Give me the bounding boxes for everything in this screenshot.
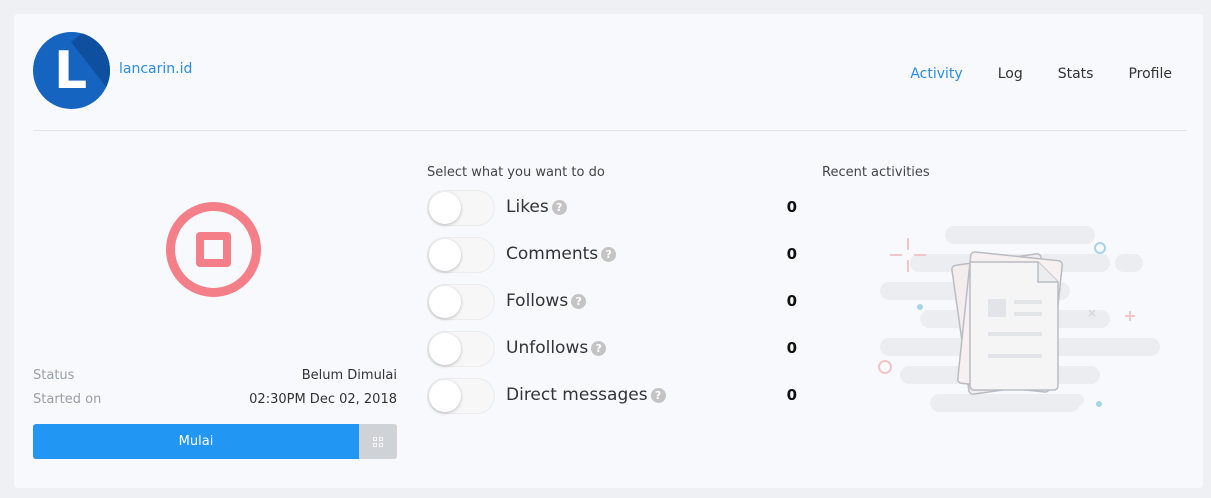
nav-profile[interactable]: Profile (1128, 66, 1172, 82)
follows-count: 0 (786, 292, 797, 310)
top-nav: Activity Log Stats Profile (875, 66, 1172, 82)
stop-circle-icon (166, 202, 261, 297)
action-row-unfollows: Unfollows? 0 (427, 331, 797, 367)
action-row-follows: Follows? 0 (427, 284, 797, 320)
nav-log[interactable]: Log (998, 66, 1023, 82)
likes-count: 0 (786, 198, 797, 216)
help-icon[interactable]: ? (591, 340, 607, 356)
help-icon[interactable]: ? (601, 246, 617, 262)
direct-messages-label: Direct messages (506, 385, 648, 405)
header-divider (33, 130, 1187, 131)
help-icon[interactable]: ? (650, 387, 666, 403)
header: L lancarin.id Activity Log Stats Profile (14, 14, 1203, 132)
likes-toggle[interactable] (427, 190, 495, 226)
started-value: 02:30PM Dec 02, 2018 (249, 392, 397, 407)
help-icon[interactable]: ? (551, 199, 567, 215)
unfollows-count: 0 (786, 339, 797, 357)
actions-title: Select what you want to do (427, 165, 605, 180)
grid-icon (373, 436, 383, 447)
start-button[interactable]: Mulai (33, 424, 359, 459)
logo[interactable]: L (33, 32, 110, 109)
brand-name[interactable]: lancarin.id (119, 61, 192, 77)
direct-messages-toggle[interactable] (427, 378, 495, 414)
nav-stats[interactable]: Stats (1058, 66, 1094, 82)
unfollows-label: Unfollows (506, 338, 589, 358)
likes-label: Likes (506, 197, 549, 217)
start-controls: Mulai (33, 424, 397, 459)
direct-messages-count: 0 (786, 386, 797, 404)
action-row-likes: Likes? 0 (427, 190, 797, 226)
comments-toggle[interactable] (427, 237, 495, 273)
status-row: Status Belum Dimulai (33, 368, 397, 383)
started-label: Started on (33, 392, 102, 407)
action-row-comments: Comments? 0 (427, 237, 797, 273)
logo-letter: L (54, 41, 88, 101)
help-icon[interactable]: ? (571, 293, 587, 309)
nav-activity[interactable]: Activity (910, 66, 962, 82)
status-value: Belum Dimulai (301, 368, 397, 383)
main-card: L lancarin.id Activity Log Stats Profile… (14, 14, 1203, 488)
follows-label: Follows (506, 291, 569, 311)
action-row-direct-messages: Direct messages? 0 (427, 378, 797, 414)
comments-count: 0 (786, 245, 797, 263)
follows-toggle[interactable] (427, 284, 495, 320)
status-label: Status (33, 368, 75, 383)
recent-title: Recent activities (822, 165, 930, 180)
started-row: Started on 02:30PM Dec 02, 2018 (33, 392, 397, 407)
empty-documents-icon (878, 226, 1160, 412)
options-button[interactable] (359, 424, 397, 459)
unfollows-toggle[interactable] (427, 331, 495, 367)
comments-label: Comments (506, 244, 599, 264)
